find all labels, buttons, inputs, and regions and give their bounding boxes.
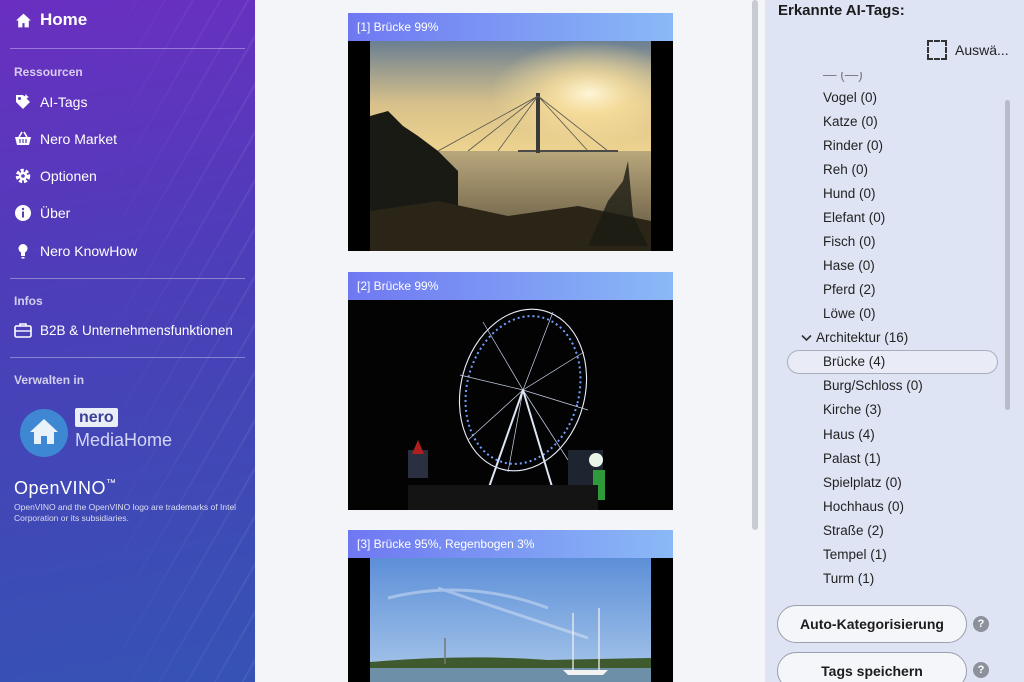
sidebar-divider [10,48,245,49]
tag-item[interactable]: Burg/Schloss (0) [823,378,923,393]
info-icon [14,204,32,222]
tag-item[interactable]: Hochhaus (0) [823,499,904,514]
tag-item[interactable]: Spielplatz (0) [823,475,902,490]
save-tags-button[interactable]: Tags speichern [777,652,967,682]
image-thumbnail[interactable] [348,300,673,510]
tag-item[interactable]: Haus (4) [823,427,875,442]
sidebar-item-label: B2B & Unternehmensfunktionen [40,322,233,338]
openvino-trademark-note: OpenVINO and the OpenVINO logo are trade… [14,502,237,523]
sidebar-item-b2b[interactable]: B2B & Unternehmensfunktionen [14,321,233,339]
nero-brand-badge: nero [75,408,118,427]
basket-icon [14,130,32,148]
openvino-logo: OpenVINO™ [14,478,117,499]
panel-title: Erkannte AI-Tags: [778,2,905,19]
image-thumbnail[interactable] [348,41,673,251]
tag-item[interactable]: Hase (0) [823,258,875,273]
sidebar-item-label: Nero Market [40,131,118,147]
selected-tag-highlight [787,350,998,374]
ai-tags-panel: Erkannte AI-Tags: Auswä... — (—) Vogel (… [765,0,1024,682]
image-card-header: [1] Brücke 99% [348,13,673,41]
tag-item-selected[interactable]: Brücke (4) [823,354,885,369]
tag-item[interactable]: Hund (0) [823,186,876,201]
home-nav-item[interactable]: Home [14,10,87,30]
image-card-header: [3] Brücke 95%, Regenbogen 3% [348,530,673,558]
sidebar-item-label: Über [40,205,71,221]
tag-item[interactable]: Vogel (0) [823,90,877,105]
tag-category-label: Architektur (16) [816,330,909,345]
sidebar-item-nero-market[interactable]: Nero Market [14,130,117,148]
mediahome-label: MediaHome [75,430,173,450]
section-label-manage: Verwalten in [14,373,85,387]
tag-item[interactable]: Reh (0) [823,162,868,177]
tag-tree: — (—) Vogel (0) Katze (0) Rinder (0) Reh… [765,72,1010,592]
tag-item[interactable]: Kirche (3) [823,402,882,417]
tag-item[interactable]: Straße (2) [823,523,884,538]
help-icon[interactable]: ? [973,662,989,678]
sidebar-item-optionen[interactable]: Optionen [14,167,97,185]
tag-item[interactable]: Katze (0) [823,114,878,129]
tag-icon [14,93,32,111]
section-label-resources: Ressourcen [14,65,83,79]
tag-tree-scrollbar[interactable] [1005,100,1010,410]
briefcase-icon [14,321,32,339]
main-scrollbar[interactable] [752,0,758,530]
image-card[interactable]: [2] Brücke 99% [348,272,673,510]
sidebar-item-label: AI-Tags [40,94,88,110]
nero-mediahome-logo[interactable]: nero MediaHome [20,406,200,460]
image-thumbnail[interactable] [348,558,673,682]
home-label: Home [40,10,88,29]
sidebar-divider [10,278,245,279]
select-all-toggle[interactable]: Auswä... [927,40,1009,60]
tag-item[interactable]: Pferd (2) [823,282,876,297]
tree-item-clipped: — (—) [823,72,863,82]
lightbulb-icon [14,242,32,260]
gear-icon [14,167,32,185]
tag-item[interactable]: Fisch (0) [823,234,876,249]
tag-item[interactable]: Rinder (0) [823,138,883,153]
tag-item[interactable]: Löwe (0) [823,306,876,321]
help-icon[interactable]: ? [973,616,989,632]
sidebar: Home Ressourcen AI-Tags Nero Market Opti… [0,0,255,682]
select-all-label: Auswä... [955,42,1009,58]
image-results-area: [1] Brücke 99% [2] Brücke 99% [3] Brücke… [255,0,760,682]
select-all-icon [927,40,947,60]
image-card[interactable]: [3] Brücke 95%, Regenbogen 3% [348,530,673,682]
tag-item[interactable]: Palast (1) [823,451,881,466]
section-label-infos: Infos [14,294,43,308]
home-icon [14,11,32,29]
chevron-down-icon [801,334,812,341]
openvino-label: OpenVINO [14,478,107,498]
image-card[interactable]: [1] Brücke 99% [348,13,673,251]
openvino-tm: ™ [106,478,117,489]
tag-item[interactable]: Tempel (1) [823,547,887,562]
tag-item[interactable]: Turm (1) [823,571,874,586]
sidebar-item-label: Optionen [40,168,97,184]
sidebar-item-ueber[interactable]: Über [14,204,70,222]
tag-item[interactable]: Elefant (0) [823,210,885,225]
auto-categorize-button[interactable]: Auto-Kategorisierung [777,605,967,643]
sidebar-item-label: Nero KnowHow [40,243,138,259]
sidebar-divider [10,357,245,358]
sidebar-item-nero-knowhow[interactable]: Nero KnowHow [14,242,137,260]
tag-category-architektur[interactable]: Architektur (16) [801,330,908,345]
image-card-header: [2] Brücke 99% [348,272,673,300]
mediahome-house-icon [20,409,68,457]
sidebar-item-ai-tags[interactable]: AI-Tags [14,93,87,111]
